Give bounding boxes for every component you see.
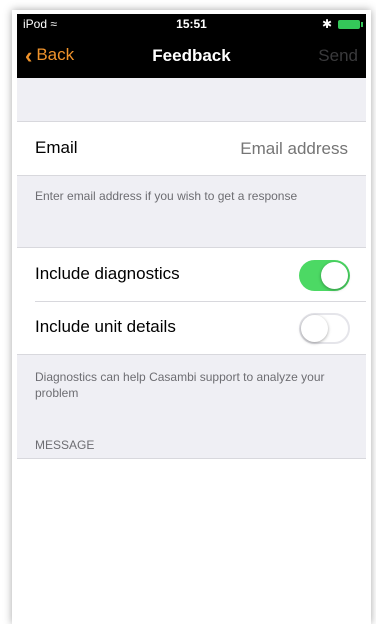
unit-details-toggle[interactable] (299, 313, 350, 344)
diagnostics-label: Include diagnostics (35, 264, 180, 283)
status-time: 15:51 (176, 17, 207, 31)
screen: iPod ≈ 15:51 ✱ ‹ Back Feedback Send Emai… (17, 14, 366, 624)
toggle-knob (321, 262, 348, 289)
send-button[interactable]: Send (318, 46, 358, 66)
email-label: Email (35, 138, 78, 157)
status-right: ✱ (321, 17, 363, 31)
unit-details-label: Include unit details (35, 317, 176, 336)
unit-details-row: Include unit details (17, 301, 366, 354)
email-field[interactable] (186, 138, 350, 160)
battery-icon (338, 19, 363, 29)
email-hint: Enter email address if you wish to get a… (35, 189, 298, 203)
email-section: Email (17, 121, 366, 176)
options-section: Include diagnostics Include unit details (17, 247, 366, 355)
toggle-knob (301, 315, 328, 342)
email-row: Email (17, 122, 366, 175)
page-title: Feedback (152, 46, 231, 65)
bluetooth-icon: ✱ (321, 17, 332, 31)
diagnostics-row: Include diagnostics (17, 248, 366, 302)
nav-bar: ‹ Back Feedback Send (17, 34, 366, 78)
message-textarea[interactable] (17, 458, 366, 624)
diagnostics-toggle[interactable] (299, 260, 350, 291)
status-bar: iPod ≈ 15:51 ✱ (17, 14, 366, 34)
message-header: MESSAGE (35, 438, 95, 452)
diagnostics-hint: Diagnostics can help Casambi support to … (35, 370, 325, 400)
